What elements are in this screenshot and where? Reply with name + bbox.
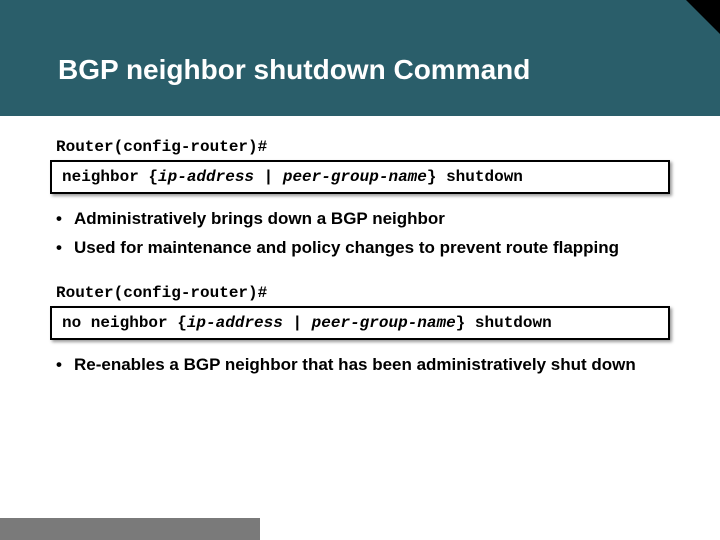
cmd1-param-ip: ip-address [158, 168, 254, 186]
cmd2-suffix: } shutdown [456, 314, 552, 332]
command-box-shutdown: neighbor {ip-address | peer-group-name} … [50, 160, 670, 194]
footer-band [0, 518, 260, 540]
router-prompt-1: Router(config-router)# [50, 138, 670, 156]
cmd1-sep: | [254, 168, 283, 186]
list-item: Administratively brings down a BGP neigh… [56, 208, 670, 231]
slide-title: BGP neighbor shutdown Command [58, 54, 530, 86]
bullets-block2: Re-enables a BGP neighbor that has been … [50, 354, 670, 377]
list-item: Used for maintenance and policy changes … [56, 237, 670, 260]
cmd1-param-peer: peer-group-name [283, 168, 427, 186]
cmd2-prefix: no neighbor { [62, 314, 187, 332]
bullets-block1: Administratively brings down a BGP neigh… [50, 208, 670, 260]
corner-notch [686, 0, 720, 34]
slide-content: Router(config-router)# neighbor {ip-addr… [50, 138, 670, 401]
cmd2-param-peer: peer-group-name [312, 314, 456, 332]
cmd2-param-ip: ip-address [187, 314, 283, 332]
command-box-no-shutdown: no neighbor {ip-address | peer-group-nam… [50, 306, 670, 340]
list-item: Re-enables a BGP neighbor that has been … [56, 354, 670, 377]
router-prompt-2: Router(config-router)# [50, 284, 670, 302]
cmd2-sep: | [283, 314, 312, 332]
cmd1-suffix: } shutdown [427, 168, 523, 186]
cmd1-prefix: neighbor { [62, 168, 158, 186]
